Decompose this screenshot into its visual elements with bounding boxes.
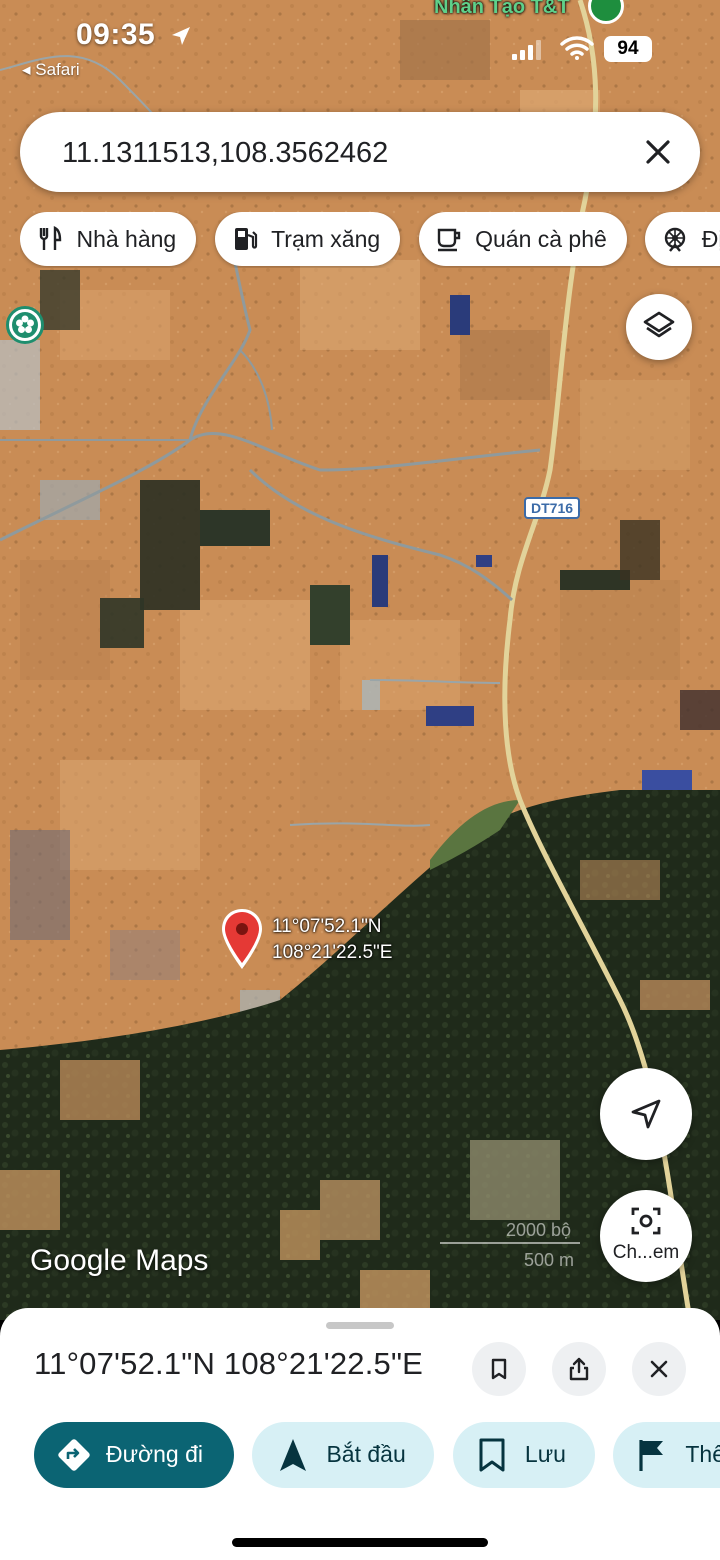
- close-icon[interactable]: [638, 132, 678, 172]
- scale-bottom-label: 500 m: [524, 1250, 575, 1270]
- flower-poi-icon[interactable]: [6, 306, 44, 344]
- flag-icon: [639, 1440, 664, 1471]
- layers-button[interactable]: [626, 294, 692, 360]
- navigation-arrow-icon: [631, 1099, 661, 1129]
- status-bar: 09:35 ◂ Safari 94: [0, 0, 720, 90]
- start-button[interactable]: Bắt đầu: [252, 1422, 435, 1488]
- lens-camera-button[interactable]: Ch...em: [600, 1190, 692, 1282]
- restaurant-icon: [39, 226, 62, 250]
- scale-top-label: 2000 bộ: [506, 1220, 572, 1240]
- close-icon: [650, 1360, 668, 1378]
- chip-coffee[interactable]: Quán cà phê: [418, 212, 627, 266]
- close-sheet-button[interactable]: [632, 1342, 686, 1396]
- category-chips: Nhà hàng Trạm xăng Quán cà phê Địa: [20, 212, 720, 268]
- pin-longitude: 108°21'22.5"E: [272, 942, 393, 963]
- cellular-signal-icon: [512, 40, 541, 60]
- road-label: DT716: [524, 497, 581, 519]
- chip-label: Địa: [701, 225, 720, 252]
- google-maps-watermark: Google Maps: [30, 1244, 209, 1277]
- scale-bar: 2000 bộ 500 m: [440, 1220, 590, 1280]
- place-bottom-sheet[interactable]: 11°07'52.1"N 108°21'22.5"E Đường đi Bắt …: [0, 1308, 720, 1560]
- share-button[interactable]: [552, 1342, 606, 1396]
- action-buttons-row: Đường đi Bắt đầu Lưu Thêm: [34, 1422, 720, 1490]
- bookmark-icon: [479, 1438, 505, 1472]
- sheet-drag-handle[interactable]: [326, 1322, 394, 1329]
- directions-button[interactable]: Đường đi: [34, 1422, 234, 1488]
- share-icon: [569, 1357, 589, 1381]
- status-time: 09:35: [76, 18, 156, 51]
- chip-label: Quán cà phê: [475, 225, 607, 252]
- back-to-safari[interactable]: ◂ Safari: [22, 60, 80, 80]
- chip-label: Nhà hàng: [76, 225, 177, 252]
- scale-line: [440, 1242, 580, 1244]
- pin-coordinates-label: 11°07'52.1"N 108°21'22.5"E: [272, 914, 392, 966]
- start-label: Bắt đầu: [326, 1441, 406, 1467]
- attraction-icon: [665, 227, 686, 252]
- chip-gas-stations[interactable]: Trạm xăng: [214, 212, 401, 266]
- layers-icon: [643, 311, 675, 338]
- directions-label: Đường đi: [106, 1441, 203, 1467]
- bookmark-icon: [491, 1358, 507, 1380]
- coffee-icon: [437, 228, 460, 252]
- place-coordinates-title: 11°07'52.1"N 108°21'22.5"E: [34, 1346, 424, 1381]
- save-button[interactable]: Lưu: [452, 1422, 595, 1488]
- add-more-label: Thêm: [685, 1441, 720, 1467]
- chip-attractions[interactable]: Địa: [645, 212, 720, 266]
- search-bar[interactable]: [20, 112, 700, 192]
- save-label: Lưu: [524, 1441, 566, 1467]
- lens-label: Ch...em: [612, 1242, 680, 1263]
- location-pin-icon[interactable]: [218, 907, 266, 971]
- navigation-arrow-icon: [280, 1439, 307, 1471]
- my-location-button[interactable]: [600, 1068, 692, 1160]
- camera-lens-icon: [631, 1207, 661, 1235]
- save-mini-button[interactable]: [472, 1342, 526, 1396]
- directions-icon: [58, 1439, 90, 1471]
- chip-restaurants[interactable]: Nhà hàng: [20, 212, 197, 266]
- chip-label: Trạm xăng: [271, 225, 381, 252]
- search-input[interactable]: [60, 130, 624, 176]
- wifi-icon: [560, 36, 594, 60]
- pin-latitude: 11°07'52.1"N: [272, 916, 382, 937]
- battery-indicator: 94: [604, 36, 652, 62]
- home-indicator[interactable]: [232, 1538, 488, 1547]
- add-more-button[interactable]: Thêm: [613, 1422, 720, 1488]
- gas-station-icon: [234, 228, 257, 250]
- location-arrow-icon: [172, 27, 190, 45]
